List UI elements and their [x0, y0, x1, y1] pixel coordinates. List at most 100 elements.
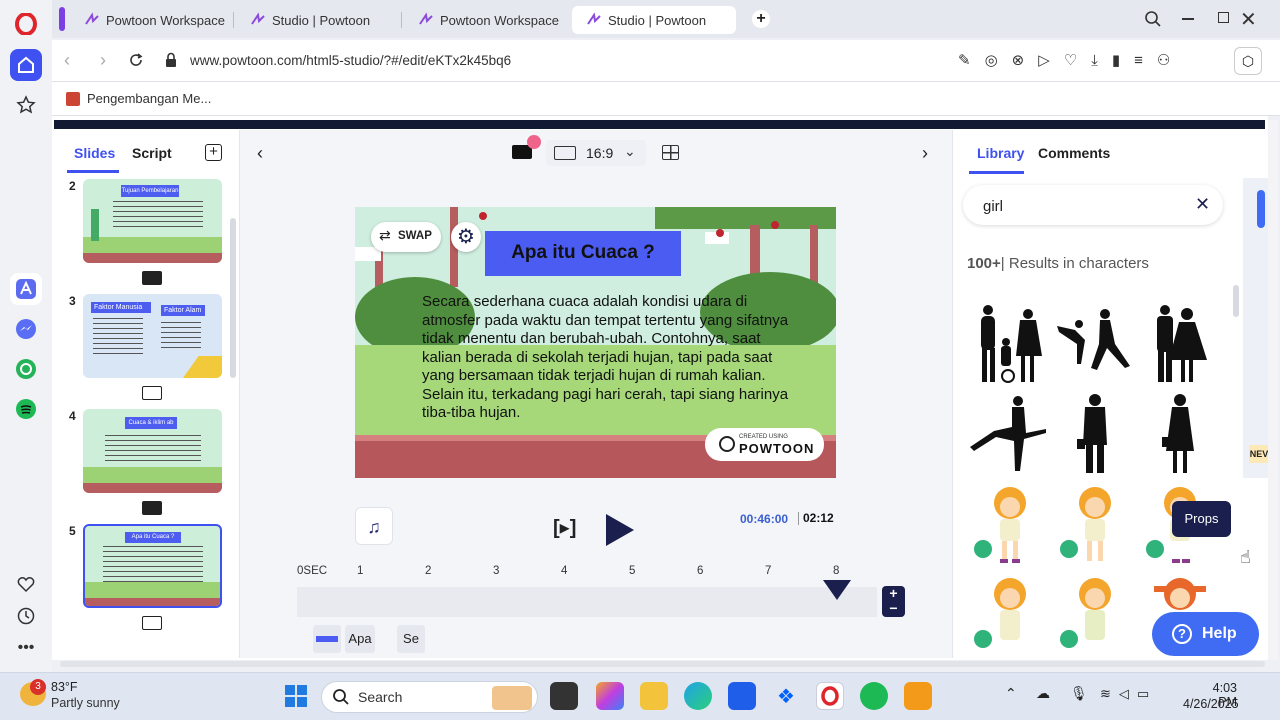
close-window-icon[interactable]: ✕ [1240, 7, 1257, 32]
character-girl-cartoon[interactable] [985, 485, 1035, 570]
lock-icon[interactable] [164, 52, 178, 73]
restore-icon[interactable] [1218, 12, 1229, 23]
character-girl-cartoon[interactable] [985, 576, 1035, 661]
powtoon-taskbar-icon[interactable] [904, 682, 932, 710]
aria-icon[interactable] [10, 273, 42, 305]
library-search-input[interactable]: girl [983, 198, 1003, 215]
copilot-icon[interactable] [596, 682, 624, 710]
weather-desc[interactable]: Partly sunny [51, 696, 120, 710]
slide-thumbnail-5-selected[interactable]: Apa itu Cuaca ? [83, 524, 222, 608]
search-highlight-image [492, 686, 532, 710]
library-scrollbar[interactable] [1233, 285, 1239, 317]
slide-body-text[interactable]: Secara sederhana cuaca adalah kondisi ud… [422, 293, 802, 423]
transition-icon[interactable] [142, 271, 162, 285]
character-businessman-silhouette[interactable] [1075, 393, 1115, 480]
library-search-box[interactable]: girl ✕ [963, 185, 1223, 225]
whatsapp-icon[interactable] [10, 353, 42, 385]
new-tab-plus-icon[interactable]: + [752, 10, 770, 28]
tab-studio-powtoon-active[interactable]: Studio | Powtoon [572, 6, 736, 34]
minimize-icon[interactable] [1182, 18, 1194, 20]
spotify-icon[interactable] [10, 393, 42, 425]
clear-search-icon[interactable]: ✕ [1195, 194, 1210, 215]
grid-layout-icon[interactable] [662, 145, 679, 160]
character-skaters-silhouette[interactable] [1055, 304, 1135, 389]
bookmark-item[interactable]: Pengembangan Me... [87, 91, 211, 106]
store-icon[interactable] [728, 682, 756, 710]
music-note-button[interactable]: ♫ [355, 507, 393, 545]
more-options-icon[interactable]: ••• [10, 632, 42, 664]
tab-library[interactable]: Library [977, 145, 1024, 161]
edge-icon[interactable] [684, 682, 712, 710]
opera-taskbar-icon[interactable] [816, 682, 844, 710]
timeline-block[interactable]: Se [397, 625, 425, 653]
forward-icon[interactable]: › [100, 50, 106, 71]
clock-date[interactable]: 4/26/2025 [1183, 697, 1239, 711]
character-girl-cartoon[interactable] [1070, 485, 1120, 570]
tab-slides[interactable]: Slides [74, 145, 115, 161]
back-icon[interactable]: ‹ [64, 50, 70, 71]
windows-start-icon[interactable] [284, 684, 308, 713]
browser-toolbar-icons[interactable]: ✎◎⊗▷♡⤓▮≡⚇ [958, 51, 1238, 69]
heart-icon[interactable] [10, 568, 42, 600]
slide-thumbnail-3[interactable]: Faktor Manusia Faktor Alam [83, 294, 222, 378]
cloud-icon[interactable]: ☁ [1036, 685, 1050, 702]
character-girl-cartoon[interactable] [1070, 576, 1120, 661]
aspect-ratio-value: 16:9 [586, 145, 614, 161]
file-manager-icon[interactable] [550, 682, 578, 710]
studio-top-band [54, 120, 1265, 129]
slide-thumbnail-2[interactable]: Tujuan Pembelajaran [83, 179, 222, 263]
swap-button[interactable]: ⇄ SWAP [371, 222, 441, 252]
url-field[interactable]: www.powtoon.com/html5-studio/?#/edit/eKT… [190, 53, 511, 68]
file-explorer-icon[interactable] [640, 682, 668, 710]
transition-icon[interactable] [142, 386, 162, 400]
slides-scrollbar[interactable] [230, 218, 236, 378]
powtoon-favicon-icon [419, 12, 433, 25]
home-icon[interactable] [10, 49, 42, 81]
history-clock-icon[interactable] [10, 600, 42, 632]
system-tray-icons[interactable]: ≋◁▭ [1100, 686, 1157, 702]
aspect-ratio-selector[interactable]: 16:9 ⌄ [546, 140, 646, 166]
tab-script[interactable]: Script [132, 145, 172, 161]
add-slide-button[interactable]: + [205, 144, 222, 161]
taskbar-search-box[interactable]: Search [321, 681, 538, 713]
preview-frame-icon[interactable]: [▸] [553, 515, 576, 540]
tab-comments[interactable]: Comments [1038, 145, 1110, 161]
page-vertical-scrollbar[interactable] [1268, 120, 1278, 660]
slide-thumbnail-4[interactable]: Cuaca & iklim ab [83, 409, 222, 493]
spotify-taskbar-icon[interactable] [860, 682, 888, 710]
settings-gear-icon[interactable]: ⚙ [451, 222, 481, 252]
transition-icon[interactable] [142, 616, 162, 630]
microphone-icon[interactable]: 🎙 [1070, 685, 1088, 702]
play-button[interactable] [604, 512, 636, 553]
playhead-marker[interactable] [823, 580, 851, 605]
messenger-icon[interactable] [10, 313, 42, 345]
character-couple-silhouette[interactable] [1145, 304, 1215, 389]
tab-powtoon-workspace-2[interactable]: Powtoon Workspace [404, 6, 568, 34]
character-dancer-silhouette[interactable] [968, 393, 1048, 480]
collapse-left-arrow-icon[interactable]: ‹ [257, 143, 263, 164]
tab-search-icon[interactable] [1144, 10, 1162, 33]
show-hidden-icons[interactable]: ⌃ [1005, 685, 1017, 702]
tab-studio-powtoon-1[interactable]: Studio | Powtoon [236, 6, 400, 34]
extensions-cube-icon[interactable]: ⬡ [1234, 47, 1262, 75]
timeline-block[interactable]: Apa [345, 625, 375, 653]
character-family-silhouette[interactable] [968, 304, 1048, 389]
timeline-tick-label: 7 [765, 565, 772, 577]
opera-logo-icon[interactable] [10, 8, 42, 40]
slide-title[interactable]: Apa itu Cuaca ? [485, 231, 681, 276]
bookmarks-star-icon[interactable] [10, 89, 42, 121]
reload-icon[interactable] [128, 52, 144, 73]
help-button[interactable]: ? Help [1152, 612, 1259, 656]
zoom-stepper[interactable]: + − [882, 586, 905, 617]
character-woman-silhouette[interactable] [1160, 393, 1200, 480]
thumb-left-title: Faktor Manusia [91, 302, 151, 313]
timeline-track[interactable] [297, 587, 877, 617]
page-horizontal-scrollbar[interactable] [60, 661, 1265, 667]
dropbox-icon[interactable]: ❖ [772, 682, 800, 710]
tab-powtoon-workspace-1[interactable]: Powtoon Workspace [70, 6, 234, 34]
character-girl-cartoon[interactable] [1150, 572, 1210, 617]
transition-icon[interactable] [142, 501, 162, 515]
next-arrow-icon[interactable]: › [922, 143, 928, 164]
timeline-block[interactable] [313, 625, 341, 653]
weather-temp[interactable]: 83°F [51, 680, 78, 694]
